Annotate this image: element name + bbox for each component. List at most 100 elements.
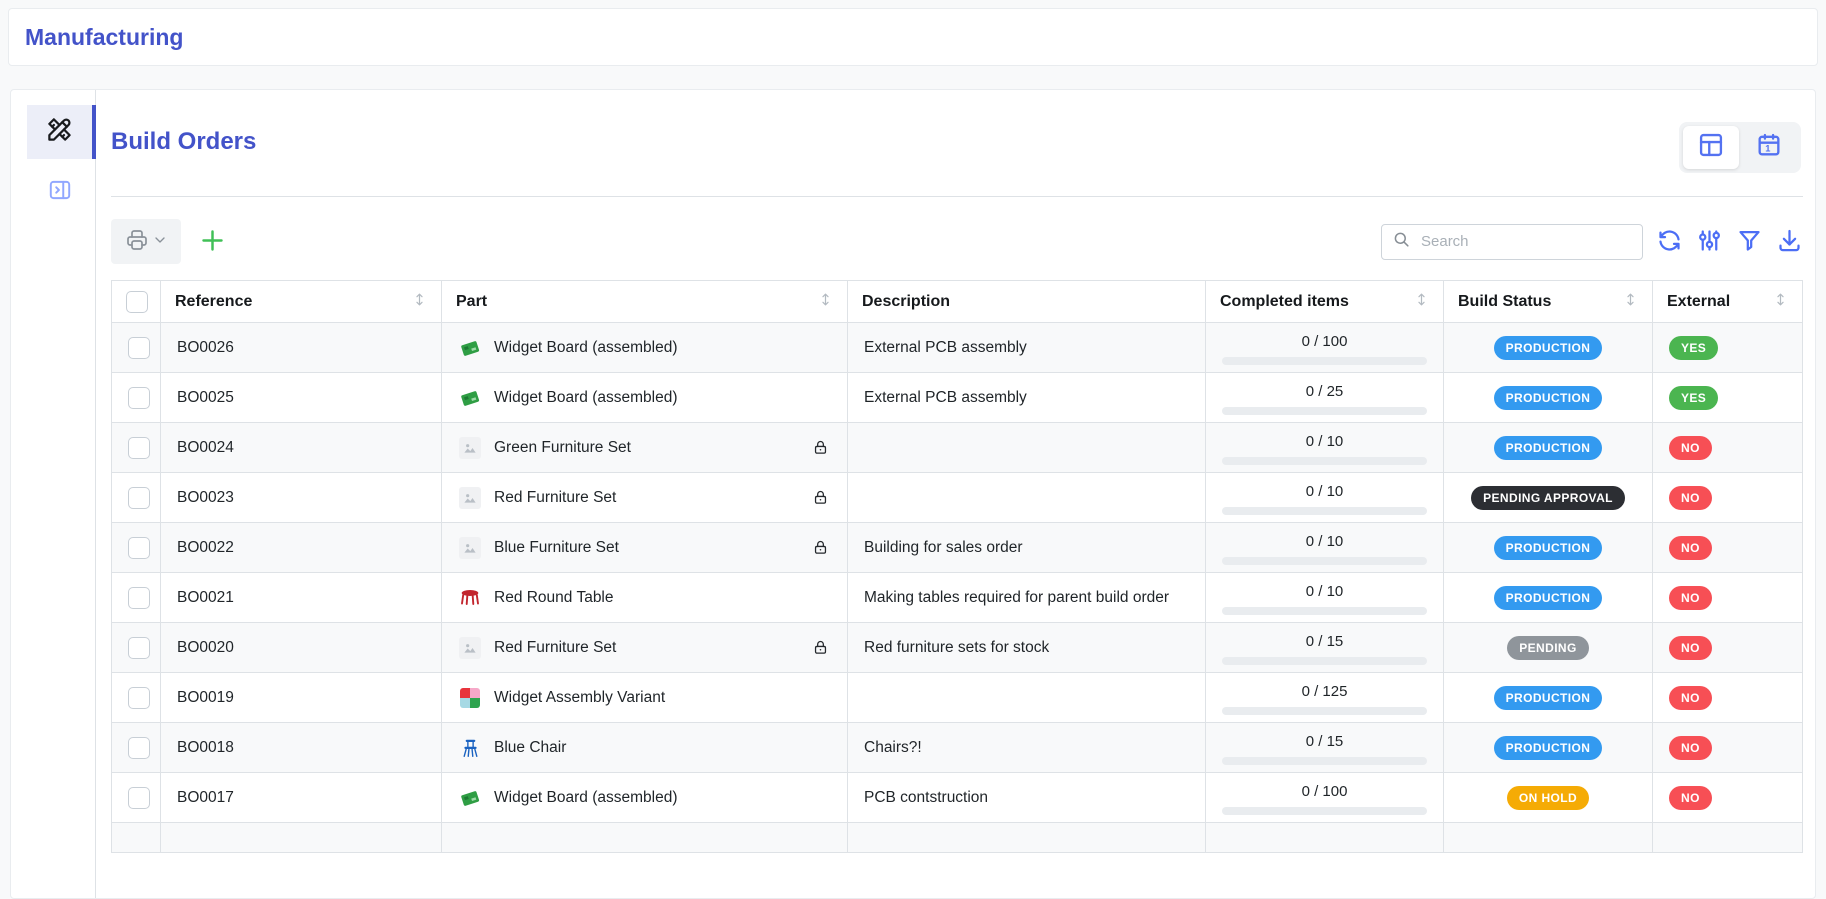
- table-row[interactable]: BO0020Red Furniture SetRed furniture set…: [112, 623, 1803, 673]
- app-title: Manufacturing: [25, 24, 183, 51]
- external-cell: NO: [1653, 523, 1803, 573]
- download-button[interactable]: [1776, 227, 1803, 257]
- external-cell: NO: [1653, 573, 1803, 623]
- sort-icon[interactable]: [1414, 292, 1429, 312]
- lock-icon: [812, 639, 831, 656]
- row-checkbox[interactable]: [128, 487, 150, 509]
- progress-bar: [1222, 457, 1427, 465]
- external-badge: NO: [1669, 636, 1712, 660]
- row-checkbox[interactable]: [128, 787, 150, 809]
- completed-items-cell: 0 / 10: [1206, 473, 1444, 523]
- build-status-cell: PRODUCTION: [1444, 373, 1653, 423]
- tools-icon: [46, 116, 73, 148]
- sort-icon[interactable]: [412, 292, 427, 312]
- part-name: Blue Furniture Set: [494, 535, 619, 560]
- description-cell: Making tables required for parent build …: [848, 573, 1206, 623]
- external-cell: NO: [1653, 423, 1803, 473]
- reference-cell: BO0022: [161, 523, 442, 573]
- part-cell: Blue Furniture Set: [442, 523, 848, 573]
- table-row[interactable]: BO0026Widget Board (assembled)External P…: [112, 323, 1803, 373]
- calendar-view-button[interactable]: 1: [1741, 126, 1797, 169]
- column-header-label: Completed items: [1220, 293, 1349, 311]
- tab-build-orders[interactable]: [27, 105, 92, 159]
- row-checkbox[interactable]: [128, 587, 150, 609]
- part-cell: Widget Board (assembled): [442, 373, 848, 423]
- table-row[interactable]: BO0025Widget Board (assembled)External P…: [112, 373, 1803, 423]
- table-row[interactable]: BO0024Green Furniture Set0 / 10PRODUCTIO…: [112, 423, 1803, 473]
- status-badge: PRODUCTION: [1494, 386, 1603, 410]
- external-badge: NO: [1669, 786, 1712, 810]
- external-badge: NO: [1669, 586, 1712, 610]
- sort-icon[interactable]: [1623, 292, 1638, 312]
- progress-value: 0 / 10: [1222, 481, 1427, 503]
- status-badge: ON HOLD: [1507, 786, 1589, 810]
- column-header[interactable]: Part: [442, 281, 848, 323]
- collapse-sidebar-button[interactable]: [27, 170, 92, 214]
- build-status-cell: PRODUCTION: [1444, 423, 1653, 473]
- filter-button[interactable]: [1736, 227, 1763, 257]
- progress-bar: [1222, 657, 1427, 665]
- table-row[interactable]: BO0019Widget Assembly Variant0 / 125PROD…: [112, 673, 1803, 723]
- part-name: Red Furniture Set: [494, 485, 616, 510]
- sort-icon[interactable]: [1773, 292, 1788, 312]
- table-row[interactable]: BO0023Red Furniture Set0 / 10PENDING APP…: [112, 473, 1803, 523]
- part-thumbnail-pcb-icon: [458, 787, 482, 809]
- chevron-down-icon: [152, 232, 168, 251]
- row-checkbox[interactable]: [128, 537, 150, 559]
- table-row[interactable]: BO0021Red Round TableMaking tables requi…: [112, 573, 1803, 623]
- external-cell: YES: [1653, 373, 1803, 423]
- search-input[interactable]: [1419, 232, 1632, 251]
- build-orders-panel: Build Orders: [10, 89, 1816, 899]
- row-checkbox[interactable]: [128, 637, 150, 659]
- external-cell: NO: [1653, 673, 1803, 723]
- status-badge: PRODUCTION: [1494, 336, 1603, 360]
- build-status-cell: PRODUCTION: [1444, 723, 1653, 773]
- row-checkbox[interactable]: [128, 687, 150, 709]
- part-cell: Red Furniture Set: [442, 473, 848, 523]
- panel-content: Build Orders: [96, 90, 1816, 898]
- row-checkbox[interactable]: [128, 387, 150, 409]
- completed-items-cell: 0 / 125: [1206, 673, 1444, 723]
- status-badge: PENDING: [1507, 636, 1588, 660]
- reference-cell: BO0021: [161, 573, 442, 623]
- reference-cell: BO0019: [161, 673, 442, 723]
- reference-cell: BO0025: [161, 373, 442, 423]
- column-header[interactable]: Reference: [161, 281, 442, 323]
- sort-icon[interactable]: [818, 292, 833, 312]
- table-view-button[interactable]: [1683, 126, 1739, 169]
- completed-items-cell: 0 / 10: [1206, 423, 1444, 473]
- description-cell: External PCB assembly: [848, 373, 1206, 423]
- column-header-label: Reference: [175, 293, 252, 311]
- progress-value: 0 / 25: [1222, 381, 1427, 403]
- row-checkbox[interactable]: [128, 737, 150, 759]
- filter-icon: [1736, 227, 1763, 257]
- column-header[interactable]: Completed items: [1206, 281, 1444, 323]
- part-cell: Green Furniture Set: [442, 423, 848, 473]
- table-row[interactable]: BO0018Blue ChairChairs?!0 / 15PRODUCTION…: [112, 723, 1803, 773]
- description-cell: [848, 423, 1206, 473]
- search-box: [1381, 224, 1643, 260]
- completed-items-cell: 0 / 100: [1206, 773, 1444, 823]
- add-build-order-button[interactable]: [199, 227, 226, 257]
- table-row[interactable]: [112, 823, 1803, 853]
- column-header-label: External: [1667, 293, 1730, 311]
- external-cell: NO: [1653, 473, 1803, 523]
- part-name: Green Furniture Set: [494, 435, 631, 460]
- print-actions-button[interactable]: [111, 219, 181, 264]
- column-header[interactable]: Build Status: [1444, 281, 1653, 323]
- select-all-checkbox[interactable]: [126, 291, 148, 313]
- status-badge: PRODUCTION: [1494, 736, 1603, 760]
- part-cell: Widget Assembly Variant: [442, 673, 848, 723]
- description-cell: Red furniture sets for stock: [848, 623, 1206, 673]
- progress-value: 0 / 10: [1222, 431, 1427, 453]
- row-checkbox[interactable]: [128, 337, 150, 359]
- column-settings-button[interactable]: [1696, 227, 1723, 257]
- external-cell: NO: [1653, 623, 1803, 673]
- table-row[interactable]: BO0022Blue Furniture SetBuilding for sal…: [112, 523, 1803, 573]
- table-row[interactable]: BO0017Widget Board (assembled)PCB contst…: [112, 773, 1803, 823]
- column-header[interactable]: External: [1653, 281, 1803, 323]
- download-icon: [1776, 227, 1803, 257]
- row-checkbox[interactable]: [128, 437, 150, 459]
- refresh-button[interactable]: [1656, 227, 1683, 257]
- view-toggle: 1: [1679, 122, 1801, 173]
